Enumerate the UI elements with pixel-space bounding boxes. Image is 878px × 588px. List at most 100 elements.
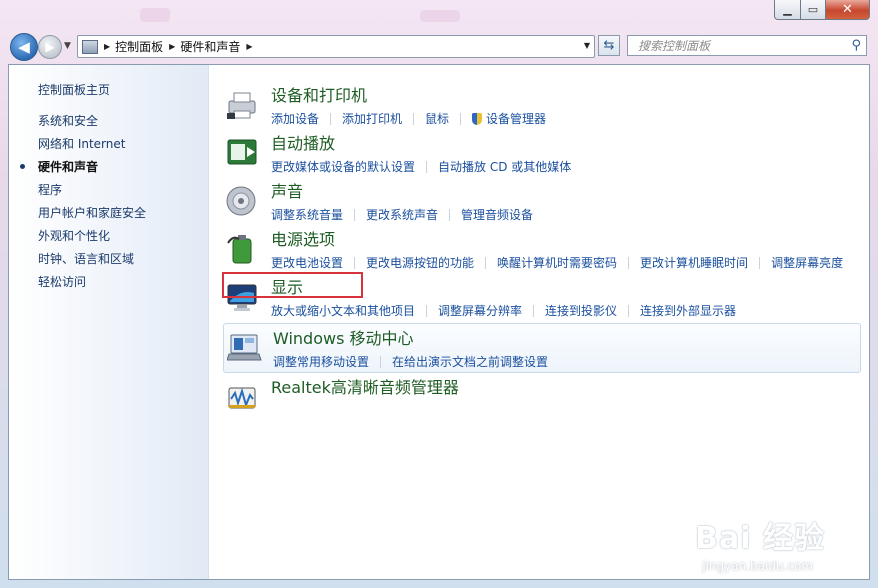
- watermark-url: jingyan.baidu.com: [702, 559, 813, 573]
- search-box[interactable]: ⚲: [627, 35, 867, 56]
- category-autoplay: 自动播放 更改媒体或设备的默认设置 自动播放 CD 或其他媒体: [222, 129, 862, 177]
- divider: [354, 256, 356, 269]
- task-link[interactable]: 调整常用移动设置: [273, 353, 369, 370]
- sidebar-item-user-accounts[interactable]: 用户帐户和家庭安全: [38, 206, 146, 229]
- task-link[interactable]: 更改计算机睡眠时间: [640, 254, 748, 271]
- address-bar[interactable]: ▶ 控制面板 ▶ 硬件和声音 ▶ ▼: [77, 35, 595, 58]
- task-link[interactable]: 更改电源按钮的功能: [366, 254, 474, 271]
- task-link[interactable]: 添加设备: [271, 110, 319, 127]
- autoplay-icon[interactable]: [225, 135, 261, 171]
- category-title[interactable]: Realtek高清晰音频管理器: [271, 378, 459, 397]
- category-devices-printers: 设备和打印机 添加设备 添加打印机 鼠标 设备管理器: [222, 81, 862, 129]
- chevron-right-icon[interactable]: ▶: [169, 42, 175, 51]
- sidebar-item-network-internet[interactable]: 网络和 Internet: [38, 137, 146, 160]
- task-link[interactable]: 在给出演示文档之前调整设置: [392, 353, 548, 370]
- printer-icon[interactable]: [225, 87, 261, 123]
- sidebar-item-ease-of-access[interactable]: 轻松访问: [38, 275, 146, 298]
- task-links: 调整系统音量 更改系统声音 管理音频设备: [271, 206, 533, 223]
- divider: [485, 256, 487, 269]
- breadcrumb-hardware-sound[interactable]: 硬件和声音: [180, 38, 240, 55]
- divider: [413, 112, 415, 125]
- category-title[interactable]: Windows 移动中心: [273, 329, 414, 348]
- task-links: 更改媒体或设备的默认设置 自动播放 CD 或其他媒体: [271, 158, 571, 175]
- divider: [426, 304, 428, 317]
- divider: [460, 112, 462, 125]
- sidebar-item-programs[interactable]: 程序: [38, 183, 146, 206]
- category-title[interactable]: 声音: [271, 182, 303, 201]
- task-links: 更改电池设置 更改电源按钮的功能 唤醒计算机时需要密码 更改计算机睡眠时间 调整…: [271, 254, 843, 271]
- active-bullet-icon: [20, 164, 25, 169]
- title-bar: ▁ ▭ ✕: [0, 0, 878, 30]
- divider: [426, 160, 428, 173]
- blurred-title-decoration: [420, 10, 460, 22]
- recent-pages-dropdown-icon[interactable]: ▼: [64, 41, 71, 51]
- task-link[interactable]: 连接到外部显示器: [640, 302, 736, 319]
- mobility-center-icon[interactable]: [227, 330, 263, 366]
- task-links: 放大或缩小文本和其他项目 调整屏幕分辨率 连接到投影仪 连接到外部显示器: [271, 302, 736, 319]
- divider: [354, 208, 356, 221]
- task-link[interactable]: 更改电池设置: [271, 254, 343, 271]
- chevron-right-icon[interactable]: ▶: [104, 42, 110, 51]
- task-link[interactable]: 连接到投影仪: [545, 302, 617, 319]
- baidu-watermark-logo: Bai 经验: [695, 521, 825, 556]
- sidebar-item-system-security[interactable]: 系统和安全: [38, 114, 146, 137]
- task-link[interactable]: 更改媒体或设备的默认设置: [271, 158, 415, 175]
- divider: [449, 208, 451, 221]
- chevron-right-icon[interactable]: ▶: [246, 42, 252, 51]
- control-panel-icon: [82, 39, 98, 54]
- task-link[interactable]: 自动播放 CD 或其他媒体: [438, 158, 571, 175]
- task-link[interactable]: 设备管理器: [486, 110, 546, 127]
- task-link[interactable]: 调整系统音量: [271, 206, 343, 223]
- search-icon[interactable]: ⚲: [851, 38, 861, 53]
- task-links: 添加设备 添加打印机 鼠标 设备管理器: [271, 110, 546, 127]
- category-mobility-center: Windows 移动中心 调整常用移动设置 在给出演示文档之前调整设置: [223, 323, 861, 373]
- forward-button[interactable]: ▶: [38, 35, 62, 59]
- divider: [628, 304, 630, 317]
- refresh-button[interactable]: ⇆: [598, 35, 620, 56]
- task-links: 调整常用移动设置 在给出演示文档之前调整设置: [273, 353, 548, 370]
- uac-shield-icon: [472, 112, 483, 125]
- breadcrumb-control-panel[interactable]: 控制面板: [115, 38, 163, 55]
- task-link[interactable]: 管理音频设备: [461, 206, 533, 223]
- sidebar-item-hardware-sound[interactable]: 硬件和声音: [20, 160, 146, 183]
- address-dropdown-icon[interactable]: ▼: [584, 41, 590, 50]
- divider: [380, 355, 382, 368]
- speaker-icon[interactable]: [225, 183, 261, 219]
- maximize-button[interactable]: ▭: [801, 0, 826, 20]
- task-link[interactable]: 添加打印机: [342, 110, 402, 127]
- category-realtek-audio: Realtek高清晰音频管理器: [222, 373, 862, 421]
- task-link[interactable]: 调整屏幕分辨率: [438, 302, 522, 319]
- task-link[interactable]: 放大或缩小文本和其他项目: [271, 302, 415, 319]
- sidebar-item-clock-region[interactable]: 时钟、语言和区域: [38, 252, 146, 275]
- sidebar-item-label: 硬件和声音: [38, 160, 99, 174]
- task-link[interactable]: 更改系统声音: [366, 206, 438, 223]
- category-list: 设备和打印机 添加设备 添加打印机 鼠标 设备管理器 自动播放 更改媒体或设备的…: [222, 65, 869, 579]
- window-frame: ▁ ▭ ✕ ◀ ▶ ▼ ▶ 控制面板 ▶ 硬件和声音 ▶ ▼ ⇆ ⚲ 控制面板主…: [0, 0, 878, 588]
- blurred-title-decoration: [140, 8, 170, 22]
- search-input[interactable]: [636, 37, 850, 54]
- sidebar: 控制面板主页 系统和安全 网络和 Internet 硬件和声音 程序 用户帐户和…: [9, 65, 209, 579]
- task-link[interactable]: 唤醒计算机时需要密码: [497, 254, 617, 271]
- divider: [759, 256, 761, 269]
- category-power-options: 电源选项 更改电池设置 更改电源按钮的功能 唤醒计算机时需要密码 更改计算机睡眠…: [222, 225, 862, 273]
- battery-icon[interactable]: [225, 231, 261, 267]
- close-button[interactable]: ✕: [826, 0, 870, 20]
- sidebar-home-link[interactable]: 控制面板主页: [38, 81, 110, 98]
- back-button[interactable]: ◀: [10, 33, 38, 61]
- category-sound: 声音 调整系统音量 更改系统声音 管理音频设备: [222, 177, 862, 225]
- category-title[interactable]: 电源选项: [271, 230, 335, 249]
- divider: [330, 112, 332, 125]
- window-controls: ▁ ▭ ✕: [774, 0, 870, 20]
- task-link[interactable]: 鼠标: [425, 110, 449, 127]
- sidebar-list: 系统和安全 网络和 Internet 硬件和声音 程序 用户帐户和家庭安全 外观…: [20, 114, 146, 298]
- divider: [533, 304, 535, 317]
- navigation-bar: ◀ ▶ ▼ ▶ 控制面板 ▶ 硬件和声音 ▶ ▼ ⇆ ⚲: [0, 30, 878, 64]
- sidebar-item-appearance[interactable]: 外观和个性化: [38, 229, 146, 252]
- realtek-audio-icon[interactable]: [225, 379, 261, 415]
- client-area: 控制面板主页 系统和安全 网络和 Internet 硬件和声音 程序 用户帐户和…: [8, 64, 870, 580]
- task-link[interactable]: 调整屏幕亮度: [771, 254, 843, 271]
- category-title[interactable]: 自动播放: [271, 134, 335, 153]
- minimize-button[interactable]: ▁: [774, 0, 801, 20]
- category-title[interactable]: 设备和打印机: [271, 86, 367, 105]
- highlight-annotation-box: [222, 272, 363, 298]
